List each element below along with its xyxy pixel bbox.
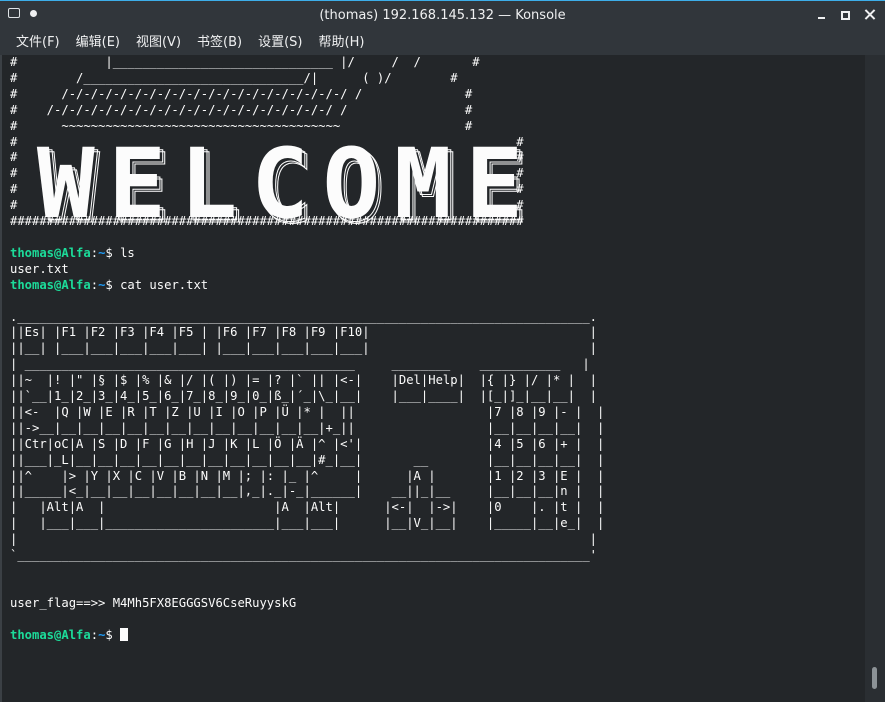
keyboard-art-line: ._______________________________________…: [10, 309, 597, 324]
keyboard-art-line: ||Es| |F1 |F2 |F3 |F4 |F5 | |F6 |F7 |F8 …: [10, 325, 597, 340]
keyboard-art-line: ||~ |! |" |§ |$ |% |& |/ |( |) |= |? |` …: [10, 373, 597, 388]
keyboard-art-line: | |Alt|A | |A |Alt| |<-| |->| |0 |. |t |…: [10, 500, 605, 515]
keyboard-art-line: ||<- |Q |W |E |R |T |Z |U |I |O |P |Ü |*…: [10, 404, 605, 419]
art-line: # /-/-/-/-/-/-/-/-/-/-/-/-/-/-/-/-/-/-/-…: [10, 86, 473, 101]
titlebar-right-controls: [816, 9, 875, 20]
scrollbar[interactable]: [865, 55, 885, 702]
command-text: ls: [112, 245, 135, 260]
minimize-icon[interactable]: [816, 9, 827, 20]
keyboard-art-line: ||->__|__|__|__|__|__|__|__|__|__|__|__|…: [10, 420, 605, 435]
keyboard-art-line: ||_____|<_|__|__|__|__|__|__|__|,_|._|-_…: [10, 484, 605, 499]
terminal-left-edge: [0, 55, 2, 702]
art-line: # /______________________________/| ( )/…: [10, 70, 458, 85]
banner-letter: W: [37, 135, 95, 229]
menu-view[interactable]: 视图(V): [128, 31, 189, 55]
command-text: cat user.txt: [112, 277, 209, 292]
welcome-banner-art: WWW EEE LLL CCC OOO MMM EEE: [37, 135, 529, 229]
keyboard-art-line: | |: [10, 532, 597, 547]
keyboard-art-line: ||___|_L|__|__|__|__|__|__|__|__|__|__|_…: [10, 452, 605, 467]
banner-letter: O: [323, 135, 381, 229]
menu-edit[interactable]: 编辑(E): [68, 31, 128, 55]
menu-settings[interactable]: 设置(S): [250, 31, 310, 55]
banner-letter: E: [108, 135, 166, 229]
window-title: (thomas) 192.168.145.132 — Konsole: [319, 8, 566, 23]
menu-bookmarks[interactable]: 书签(B): [189, 31, 250, 55]
banner-letter: M: [394, 135, 452, 229]
keyboard-art-line: ||__| |___|___|___|___|___| |___|___|___…: [10, 341, 597, 356]
terminal-view[interactable]: # |______________________________ |/ / /…: [0, 55, 885, 702]
keyboard-art-line: ||^ |> |Y |X |C |V |B |N |M |; |: |_ |^ …: [10, 468, 605, 483]
art-line: # /-/-/-/-/-/-/-/-/-/-/-/-/-/-/-/-/-/-/-…: [10, 102, 473, 117]
banner-letter: C: [251, 135, 309, 229]
flag-line: user_flag==>> M4Mh5FX8EGGGSV6CseRuyyskG: [10, 595, 297, 610]
keyboard-art-line: ||Ctr|oC|A |S |D |F |G |H |J |K |L |Ö |Ä…: [10, 436, 605, 451]
command-output: user.txt: [10, 261, 69, 276]
art-line: # ~~~~~~~~~~~~~~~~~~~~~~~~~~~~~~~~~~~~~~…: [10, 118, 473, 133]
prompt-user: thomas@Alfa: [10, 245, 91, 260]
close-icon[interactable]: [864, 9, 875, 20]
menu-file[interactable]: 文件(F): [8, 31, 68, 55]
keyboard-art-line: `_______________________________________…: [10, 548, 597, 563]
menu-bar: 文件(F) 编辑(E) 视图(V) 书签(B) 设置(S) 帮助(H): [0, 31, 885, 55]
prompt-symbol: $: [105, 277, 113, 292]
prompt-symbol: $: [105, 627, 113, 642]
terminal-cursor: [120, 627, 129, 641]
prompt-user: thomas@Alfa: [10, 277, 91, 292]
window-titlebar[interactable]: (thomas) 192.168.145.132 — Konsole: [0, 0, 885, 31]
keyboard-art-line: | ______________________________________…: [10, 357, 590, 372]
banner-letter: L: [180, 135, 238, 229]
art-line: # |______________________________ |/ / /…: [10, 55, 480, 69]
menu-help[interactable]: 帮助(H): [311, 31, 373, 55]
welcome-banner: WWWEEELLLCCCOOOMMMEEE: [30, 135, 530, 229]
prompt-symbol: $: [105, 245, 113, 260]
keyboard-art-line: ||`__|1_|2_|3_|4_|5_|6_|7_|8_|9_|0_|ß_|´…: [10, 389, 597, 404]
maximize-icon[interactable]: [841, 10, 850, 20]
keyboard-art-line: | |___|___|_______________________|___|_…: [10, 516, 605, 531]
prompt-user: thomas@Alfa: [10, 627, 91, 642]
banner-letter: E: [465, 135, 523, 229]
scrollbar-thumb[interactable]: [872, 667, 877, 689]
